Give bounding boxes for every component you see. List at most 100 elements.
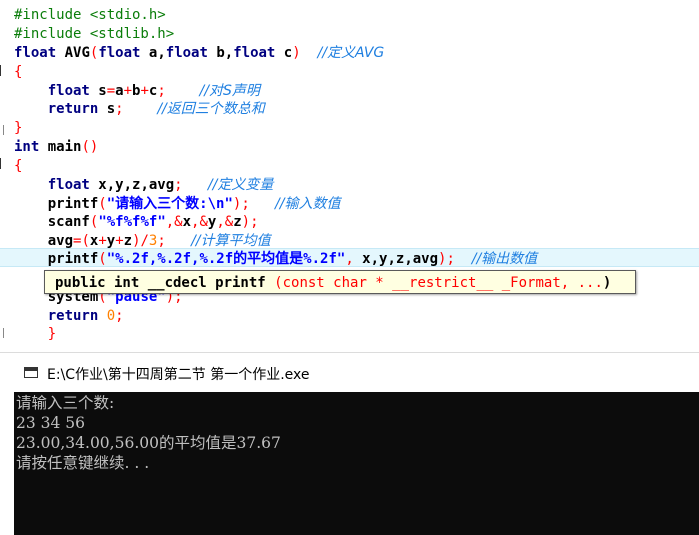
- code-token: //定义AVG: [317, 45, 385, 61]
- code-token: ,&: [165, 214, 183, 230]
- code-token: ): [292, 45, 301, 61]
- code-token: (: [98, 196, 107, 212]
- code-token: );: [438, 251, 455, 267]
- code-token: ,&: [191, 214, 208, 230]
- code-token: //计算平均值: [191, 233, 271, 249]
- code-line[interactable]: float x,y,z,avg; //定义变量: [14, 176, 274, 195]
- code-token: printf: [47, 251, 99, 267]
- code-token: float: [98, 45, 141, 61]
- code-line[interactable]: #include <stdio.h>: [14, 6, 166, 25]
- code-token: ;: [115, 308, 124, 324]
- code-token: //定义变量: [207, 177, 274, 193]
- code-token: +: [98, 233, 107, 249]
- code-token: "%.2f,%.2f,%.2f的平均值是%.2f": [106, 251, 346, 267]
- console-output-area: 请输入三个数: 23 34 56 23.00,34.00,56.00的平均值是37.…: [14, 392, 699, 535]
- code-token: }: [14, 120, 23, 136]
- console-output-line: 23 34 56: [16, 414, 86, 432]
- code-token: {: [14, 64, 23, 80]
- code-line[interactable]: return 0;: [14, 307, 124, 326]
- fold-marker-main[interactable]: [0, 158, 8, 169]
- code-token: =: [106, 83, 116, 99]
- code-token: "%f%f%f": [98, 214, 166, 230]
- code-token: +: [115, 233, 124, 249]
- code-token: return: [47, 101, 99, 117]
- fold-end-main: [3, 328, 10, 338]
- console-window[interactable]: E:\C作业\第十四周第二节 第一个作业.exe 请输入三个数: 23 34 56…: [0, 352, 699, 535]
- code-line[interactable]: float s=a+b+c; //对S声明: [14, 82, 260, 101]
- code-token: "请输入三个数:\n": [106, 196, 233, 212]
- code-token: (): [81, 139, 99, 155]
- tooltip-token: public int __cdecl printf: [55, 275, 275, 291]
- code-token: float: [233, 45, 276, 61]
- code-token: ,: [345, 251, 363, 267]
- code-line[interactable]: float AVG(float a,float b,float c) //定义A…: [14, 44, 384, 63]
- code-token: printf: [47, 196, 99, 212]
- code-token: }: [47, 326, 57, 342]
- code-token: z: [123, 233, 133, 249]
- console-window-icon: [24, 367, 38, 378]
- code-token: //输入数值: [275, 196, 341, 212]
- code-line[interactable]: {: [14, 63, 22, 82]
- tooltip-token: ): [602, 275, 612, 291]
- code-token: //输出数值: [471, 251, 538, 267]
- code-editor[interactable]: #include <stdio.h> #include <stdlib.h> flo…: [0, 0, 699, 352]
- code-token: a: [115, 83, 124, 99]
- code-token: 0: [106, 308, 116, 324]
- code-token: a,: [140, 45, 166, 61]
- editor-gutter: [0, 0, 10, 352]
- code-line[interactable]: }: [14, 119, 22, 138]
- code-line[interactable]: {: [14, 157, 22, 176]
- code-token: float: [47, 177, 90, 193]
- code-token: );: [241, 214, 259, 230]
- code-line[interactable]: return s; //返回三个数总和: [14, 100, 265, 119]
- fold-marker-avg[interactable]: [0, 65, 8, 76]
- code-token: //返回三个数总和: [157, 101, 265, 117]
- code-token: )/: [132, 233, 149, 249]
- console-output-line: 23.00,34.00,56.00的平均值是37.67: [16, 434, 281, 452]
- code-token: main: [39, 139, 82, 155]
- code-line[interactable]: }: [14, 325, 56, 344]
- console-title: E:\C作业\第十四周第二节 第一个作业.exe: [47, 367, 310, 383]
- code-line[interactable]: int main(): [14, 138, 98, 157]
- code-token: float: [165, 45, 208, 61]
- code-token: x,y,z,avg: [362, 251, 439, 267]
- code-token: ,&: [216, 214, 234, 230]
- code-token: int: [14, 139, 40, 155]
- code-token: return: [47, 308, 99, 324]
- code-token: avg: [47, 233, 74, 249]
- code-line[interactable]: #include <stdlib.h>: [14, 25, 174, 44]
- code-token: b,: [207, 45, 234, 61]
- code-line[interactable]: scanf("%f%f%f",&x,&y,&z);: [14, 213, 259, 232]
- code-token: ;: [157, 83, 166, 99]
- code-token: ;: [115, 101, 124, 117]
- code-line[interactable]: printf("%.2f,%.2f,%.2f的平均值是%.2f", x,y,z,…: [14, 250, 537, 269]
- code-line[interactable]: printf("请输入三个数:\n"); //输入数值: [14, 195, 341, 214]
- signature-tooltip: public int __cdecl printf (const char * …: [44, 270, 636, 294]
- code-token: //对S声明: [199, 83, 260, 99]
- code-token: {: [14, 158, 23, 174]
- code-token: #include <stdio.h>: [14, 7, 166, 23]
- code-line[interactable]: avg=(x+y+z)/3; //计算平均值: [14, 232, 271, 251]
- code-token: +: [123, 83, 133, 99]
- code-token: ;: [174, 177, 183, 193]
- console-titlebar[interactable]: E:\C作业\第十四周第二节 第一个作业.exe: [0, 352, 699, 393]
- tooltip-token: const char * __restrict__ _Format, ...: [282, 275, 603, 291]
- code-token: AVG: [56, 45, 90, 61]
- code-token: (: [98, 251, 107, 267]
- code-token: c: [275, 45, 293, 61]
- code-token: x: [182, 214, 192, 230]
